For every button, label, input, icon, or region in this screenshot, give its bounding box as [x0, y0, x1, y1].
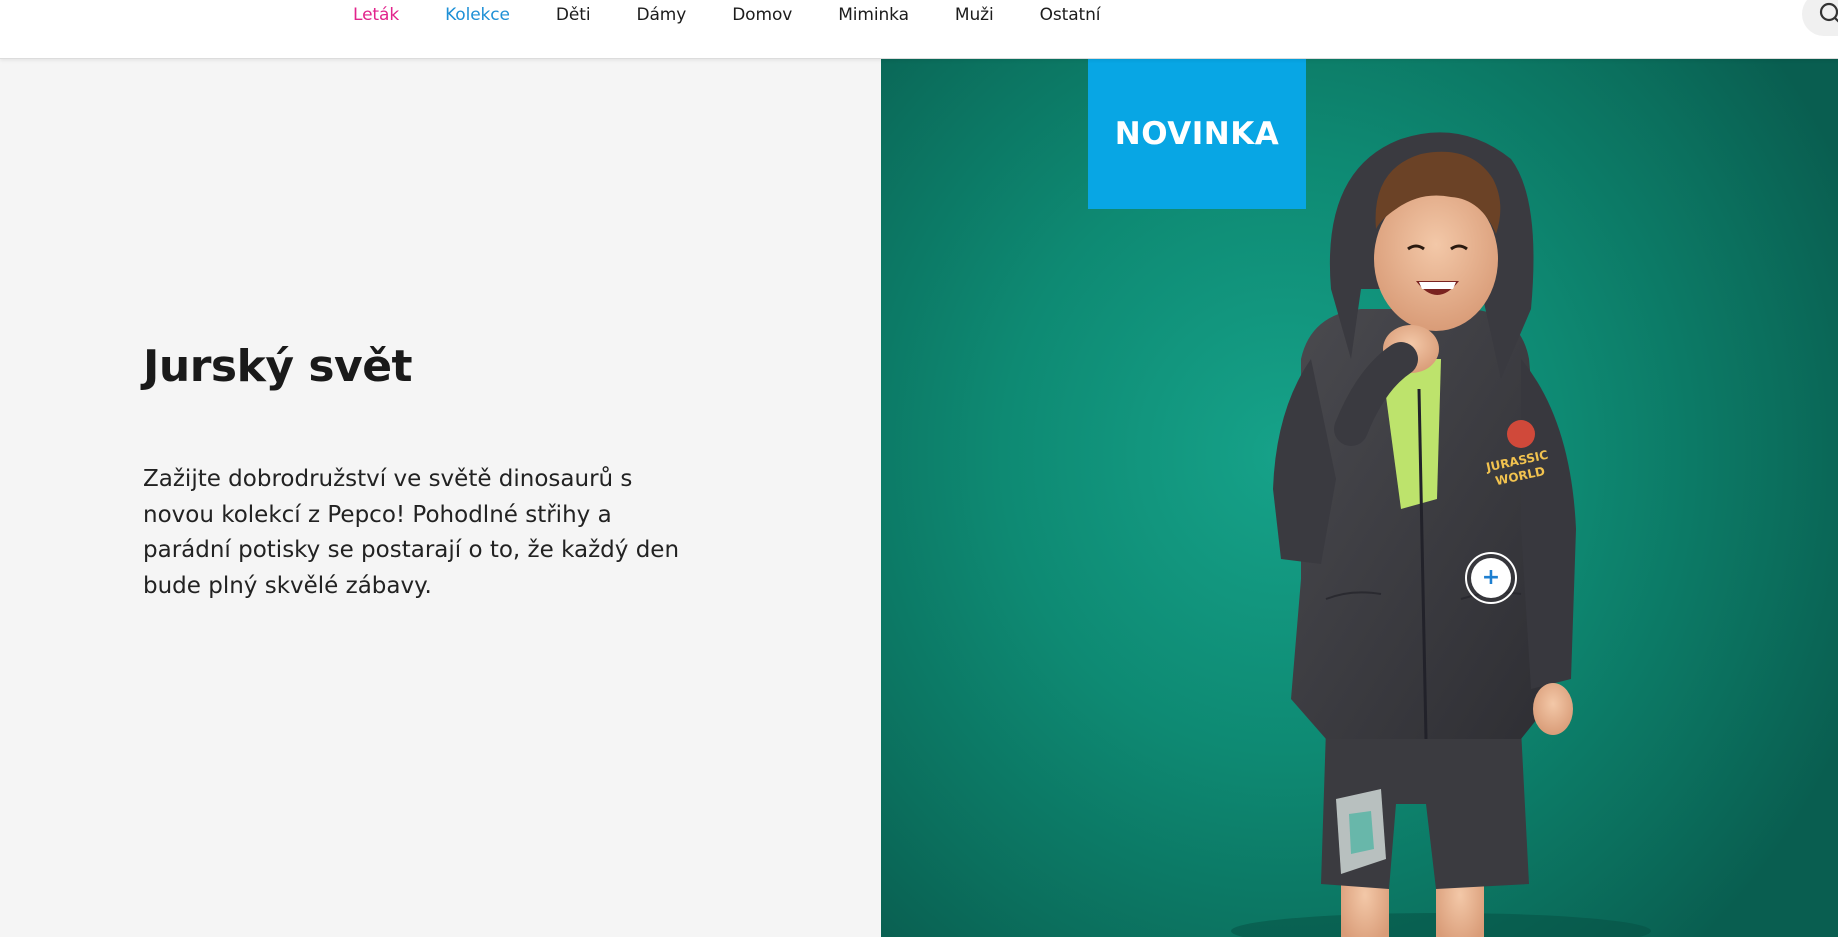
nav-link-deti[interactable]: Děti: [556, 5, 591, 25]
nav-link-kolekce[interactable]: Kolekce: [445, 5, 510, 25]
nav-link-ostatni[interactable]: Ostatní: [1040, 5, 1101, 25]
hero-description: Zažijte dobrodružství ve světě dinosaurů…: [143, 466, 680, 599]
hero-image: JURASSIC WORLD NOVINKA +: [881, 59, 1838, 937]
nav-link-muzi[interactable]: Muži: [955, 5, 994, 25]
child-model-illustration: JURASSIC WORLD: [1231, 132, 1651, 937]
hero-text-panel: Jurský svět Zažijte dobrodružství ve svě…: [0, 59, 881, 937]
collection-hero: Jurský svět Zažijte dobrodružství ve svě…: [0, 59, 1838, 937]
nav-link-domov[interactable]: Domov: [732, 5, 792, 25]
top-navigation: Leták Kolekce Děti Dámy Domov Miminka Mu…: [0, 0, 1838, 59]
plus-icon: +: [1471, 558, 1511, 598]
new-badge: NOVINKA: [1088, 59, 1306, 209]
nav-link-miminka[interactable]: Miminka: [838, 5, 909, 25]
product-hotspot-button[interactable]: +: [1465, 552, 1517, 604]
page: Leták Kolekce Děti Dámy Domov Miminka Mu…: [0, 0, 1838, 937]
search-button[interactable]: [1802, 0, 1838, 36]
nav-link-damy[interactable]: Dámy: [636, 5, 686, 25]
search-icon: [1819, 2, 1838, 23]
nav-link-letak[interactable]: Leták: [353, 5, 399, 25]
category-nav: Leták Kolekce Děti Dámy Domov Miminka Mu…: [353, 0, 1101, 30]
hero-title: Jurský svět: [143, 341, 413, 392]
